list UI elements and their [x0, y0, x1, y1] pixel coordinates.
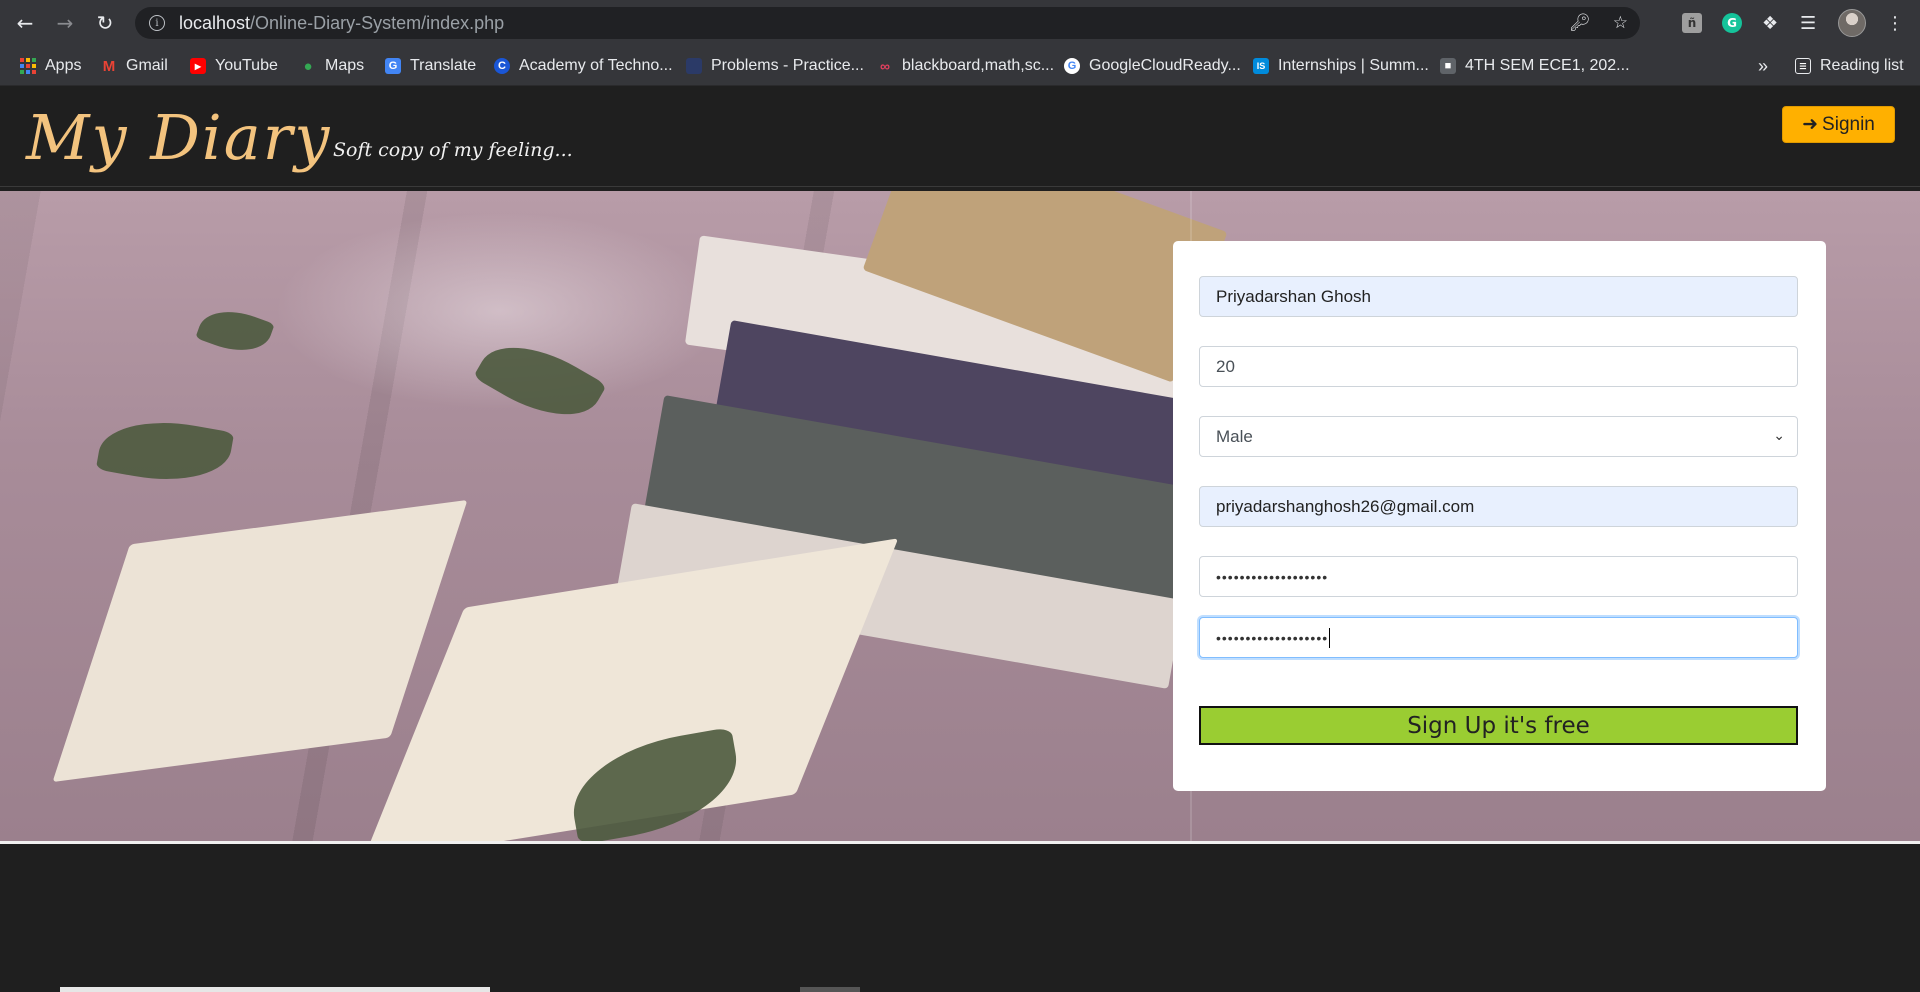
signup-button[interactable]: Sign Up it's free: [1199, 706, 1798, 745]
bookmark-practice[interactable]: Problems - Practice...: [686, 46, 864, 86]
name-value: Priyadarshan Ghosh: [1216, 286, 1371, 306]
bookmarks-bar: Apps M Gmail ▶ YouTube ● Maps G Translat…: [0, 46, 1920, 86]
grammarly-icon[interactable]: G: [1722, 8, 1742, 38]
academy-icon: C: [494, 58, 510, 74]
bookmark-label: Apps: [45, 57, 82, 74]
text-caret: [1329, 627, 1331, 648]
password-value: •••••••••••••••••••: [1216, 568, 1329, 585]
url-path: /Online-Diary-System/index.php: [250, 12, 505, 33]
age-input[interactable]: 20: [1199, 346, 1798, 387]
bookmark-apps[interactable]: Apps: [20, 46, 81, 86]
age-value: 20: [1216, 356, 1235, 376]
hero-divider: [0, 841, 1920, 844]
back-arrow-icon[interactable]: ←: [10, 8, 40, 38]
password-input[interactable]: •••••••••••••••••••: [1199, 556, 1798, 597]
apps-grid-icon: [20, 58, 36, 74]
bookmark-label: blackboard,math,sc...: [902, 57, 1055, 74]
footer-strip: [60, 987, 490, 992]
bookmark-label: Gmail: [126, 57, 168, 74]
email-value: priyadarshanghosh26@gmail.com: [1216, 496, 1475, 516]
classroom-icon: ■: [1440, 58, 1456, 74]
gender-select[interactable]: Male ⌄: [1199, 416, 1798, 457]
extensions-puzzle-icon[interactable]: ❖: [1762, 8, 1778, 38]
bookmark-label: 4TH SEM ECE1, 202...: [1465, 57, 1630, 74]
practice-icon: [686, 58, 702, 74]
reading-list-label: Reading list: [1820, 57, 1904, 74]
maps-icon: ●: [303, 57, 313, 75]
bookmark-label: Maps: [325, 57, 365, 74]
footer-strip: [800, 987, 860, 992]
translate-icon: G: [385, 58, 401, 74]
extension-tab-icon[interactable]: ñ: [1682, 8, 1702, 38]
name-input[interactable]: Priyadarshan Ghosh: [1199, 276, 1798, 317]
bookmark-internships[interactable]: IS Internships | Summ...: [1253, 46, 1429, 86]
bookmark-academy[interactable]: C Academy of Techno...: [494, 46, 673, 86]
bookmark-blackboard[interactable]: ∞ blackboard,math,sc...: [877, 46, 1054, 86]
blackboard-icon: ∞: [880, 58, 890, 74]
confirm-password-input[interactable]: •••••••••••••••••••: [1199, 617, 1798, 658]
signup-form-card: Priyadarshan Ghosh 20 Male ⌄ priyadarsha…: [1173, 241, 1826, 791]
bookmark-label: Internships | Summ...: [1278, 57, 1429, 74]
site-brand[interactable]: My Diary: [26, 101, 331, 174]
bookmark-youtube[interactable]: ▶ YouTube: [190, 46, 278, 86]
bookmark-label: Translate: [410, 57, 477, 74]
bookmark-translate[interactable]: G Translate: [385, 46, 476, 86]
gender-value: Male: [1216, 426, 1253, 446]
media-queue-icon[interactable]: ☰: [1800, 8, 1816, 38]
google-icon: G: [1064, 58, 1080, 74]
site-header: My Diary Soft copy of my feeling... ➜ Si…: [0, 87, 1920, 187]
reading-list-icon: ☰: [1795, 58, 1811, 74]
page-content: My Diary Soft copy of my feeling... ➜ Si…: [0, 87, 1920, 992]
confirm-password-value: •••••••••••••••••••: [1216, 629, 1329, 646]
menu-kebab-icon[interactable]: ⋮: [1886, 8, 1904, 38]
site-tagline: Soft copy of my feeling...: [333, 139, 573, 161]
signin-button[interactable]: ➜ Signin: [1782, 106, 1895, 143]
bookmark-label: GoogleCloudReady...: [1089, 57, 1241, 74]
address-bar[interactable]: i localhost/Online-Diary-System/index.ph…: [135, 7, 1640, 39]
bookmark-label: Problems - Practice...: [711, 57, 864, 74]
leaf-decoration: [195, 300, 275, 362]
open-book-left-page: [52, 499, 468, 783]
internshala-icon: IS: [1253, 58, 1269, 74]
profile-avatar[interactable]: [1838, 8, 1866, 38]
reload-icon[interactable]: ↻: [90, 8, 120, 38]
site-info-icon[interactable]: i: [149, 15, 165, 31]
browser-toolbar: ← → ↻ i localhost/Online-Diary-System/in…: [0, 0, 1920, 46]
leaf-decoration: [95, 410, 235, 492]
bookmarks-overflow-chevron[interactable]: »: [1758, 46, 1768, 86]
forward-arrow-icon[interactable]: →: [50, 8, 80, 38]
url-host: localhost: [179, 12, 251, 33]
bookmark-maps[interactable]: ● Maps: [300, 46, 364, 86]
bookmark-label: YouTube: [215, 57, 278, 74]
url-text[interactable]: localhost/Online-Diary-System/index.php: [179, 13, 504, 34]
bookmark-googlecloud[interactable]: G GoogleCloudReady...: [1064, 46, 1241, 86]
email-input[interactable]: priyadarshanghosh26@gmail.com: [1199, 486, 1798, 527]
bookmark-classroom[interactable]: ■ 4TH SEM ECE1, 202...: [1440, 46, 1630, 86]
leaf-decoration: [473, 325, 607, 437]
signin-arrow-icon: ➜: [1802, 114, 1819, 135]
key-icon[interactable]: 🔑︎: [1569, 13, 1591, 33]
gmail-icon: M: [102, 57, 116, 75]
reading-list-button[interactable]: ☰ Reading list: [1795, 46, 1904, 86]
star-bookmark-icon[interactable]: ☆: [1613, 13, 1628, 33]
bookmark-gmail[interactable]: M Gmail: [101, 46, 168, 86]
bookmark-label: Academy of Techno...: [519, 57, 673, 74]
chevron-down-icon: ⌄: [1773, 427, 1785, 443]
signin-label: Signin: [1822, 113, 1875, 135]
youtube-icon: ▶: [190, 58, 206, 74]
